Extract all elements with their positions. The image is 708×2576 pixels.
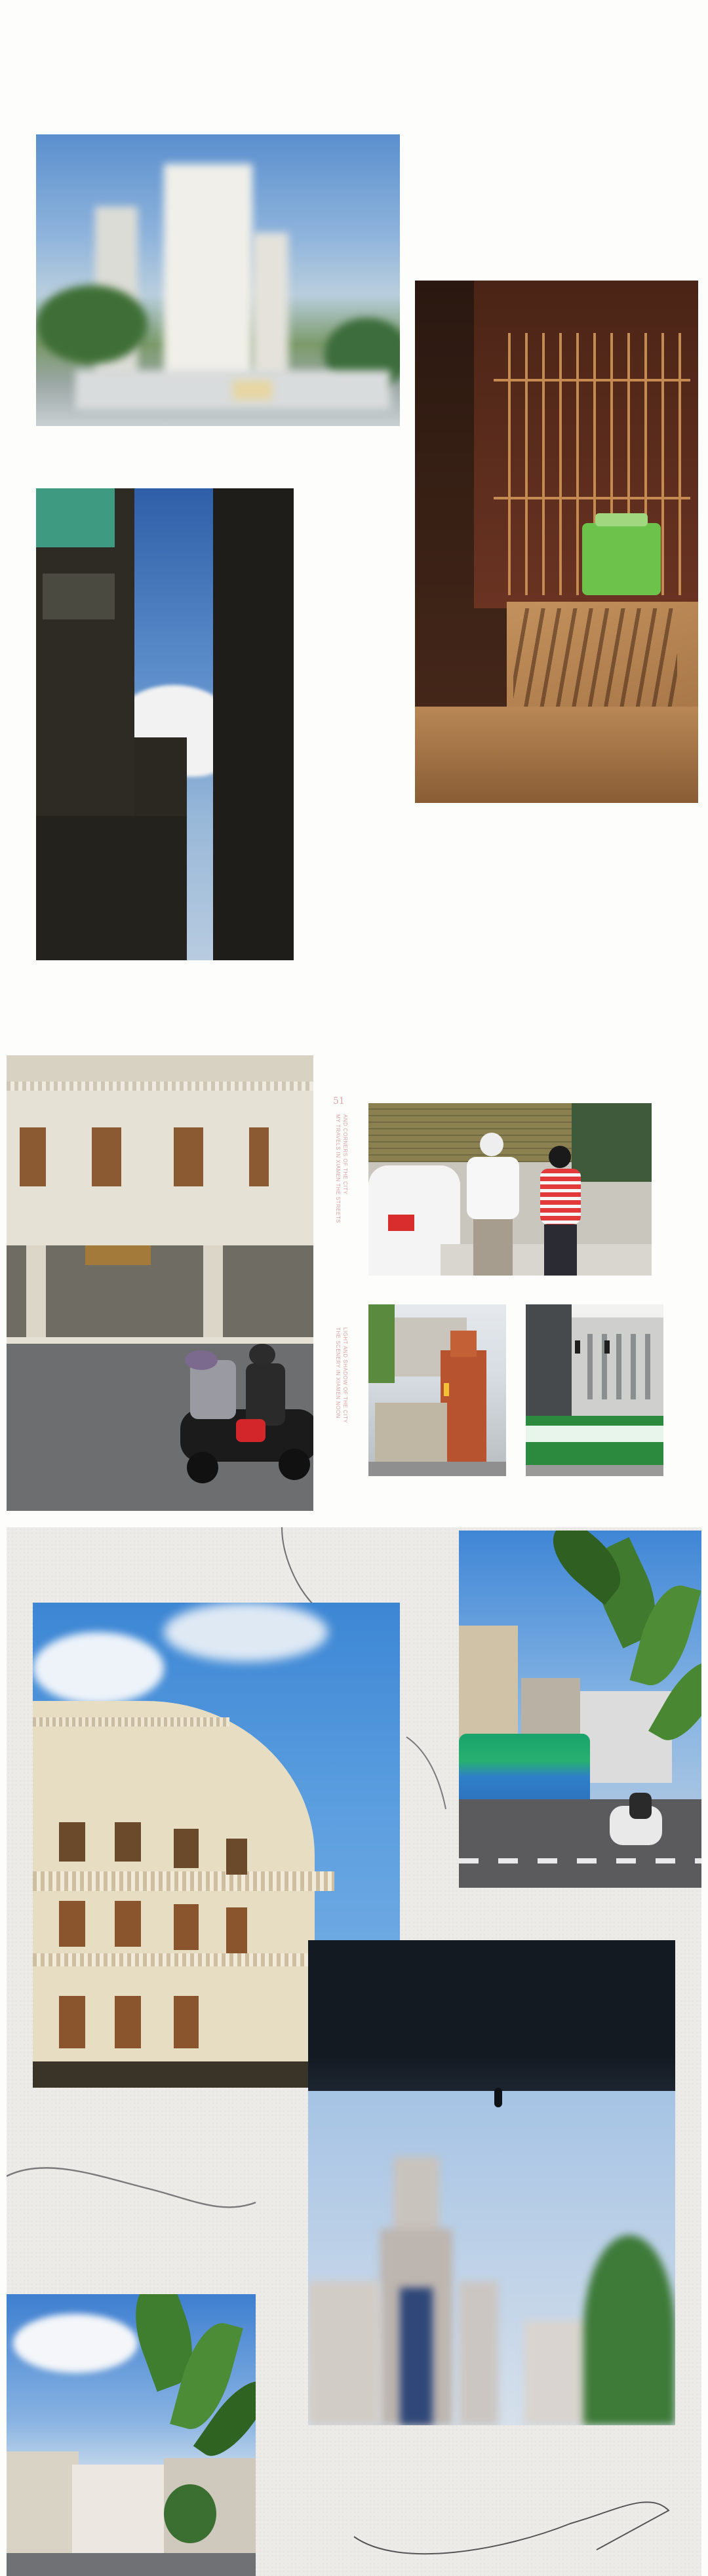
- balconies-sky-photo: [36, 488, 294, 960]
- red-church-street-photo: [368, 1304, 506, 1476]
- bus-traffic-light-photo: [526, 1304, 663, 1476]
- caption-line-2: AND CORNERS OF THE CITY: [342, 1114, 348, 1195]
- bus-street-leaves-photo: [459, 1531, 701, 1888]
- window-grill-photo: [415, 281, 698, 803]
- elderly-couple-photo: [368, 1103, 652, 1276]
- blurred-church-tower-photo: [308, 1940, 675, 2425]
- caption-line-4: LIGHT AND SHADOW OF THE CITY: [342, 1327, 348, 1424]
- blurry-skyline-photo: [36, 134, 400, 426]
- city-view-leaves-photo: [7, 2294, 256, 2576]
- caption-line-3: THE SCENERY IN XIAMEN NOON: [335, 1327, 341, 1418]
- page-number: 51: [333, 1096, 345, 1106]
- caption-line-1: MY TRAVELS IN XIAMEN THE STREETS: [335, 1114, 341, 1224]
- arcade-scooter-photo: [7, 1055, 313, 1511]
